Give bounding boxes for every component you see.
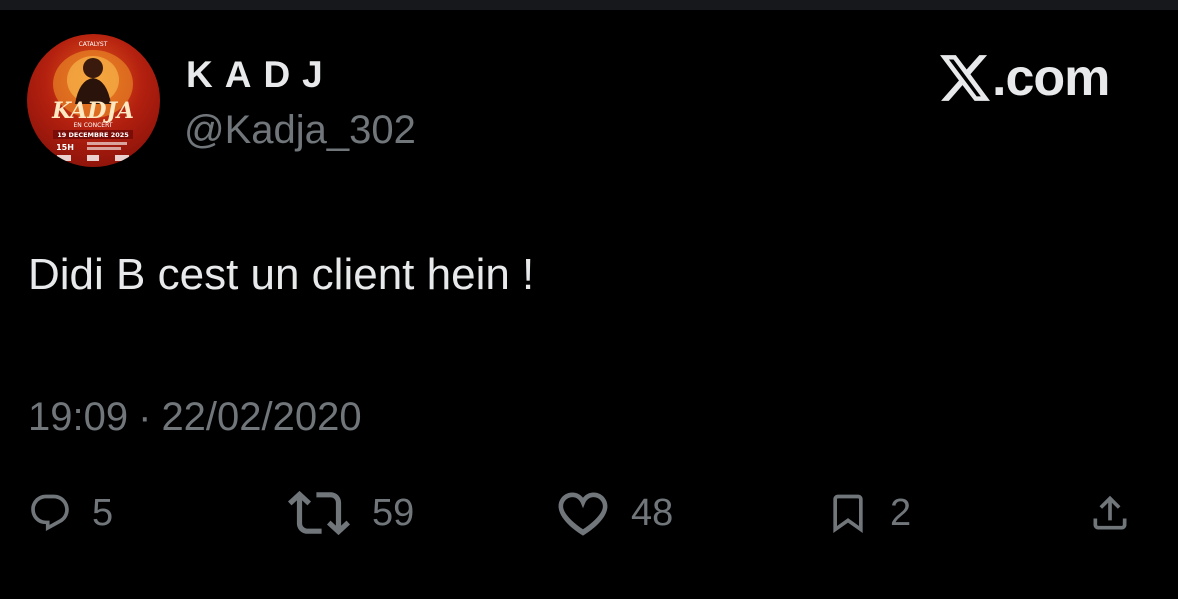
x-logo-icon	[940, 55, 990, 101]
share-button[interactable]	[1088, 488, 1132, 538]
tweet-time: 19:09	[28, 395, 129, 439]
avatar-time: 15H	[56, 143, 74, 152]
like-count: 48	[631, 491, 674, 534]
tweet-timestamp[interactable]: 19:09 · 22/02/2020	[28, 395, 362, 440]
bookmark-icon	[833, 494, 863, 534]
reply-button[interactable]: 5	[28, 488, 113, 538]
retweet-button[interactable]: 59	[286, 488, 414, 538]
display-name[interactable]: KADJ	[186, 54, 335, 96]
like-button[interactable]: 48	[555, 488, 673, 538]
tweet-date: 22/02/2020	[161, 395, 362, 439]
brand-text: .com	[992, 49, 1110, 107]
avatar-top-text: CATALYST	[79, 41, 108, 48]
bookmark-button[interactable]: 2	[826, 488, 911, 538]
avatar-title: KADJA	[51, 98, 134, 124]
avatar-date: 19 DECEMBRE 2025	[57, 131, 129, 139]
avatar-subtitle: EN CONCERT	[74, 122, 113, 129]
x-brand: .com	[940, 48, 1110, 108]
tweet-card: CATALYST KADJA EN CONCERT 19 DECEMBRE 20…	[0, 10, 1178, 599]
top-strip	[0, 0, 1178, 10]
tweet-text: Didi B cest un client hein !	[28, 250, 535, 299]
meta-separator: ·	[138, 395, 152, 439]
share-icon	[1093, 495, 1127, 530]
retweet-icon	[287, 490, 351, 536]
bookmark-count: 2	[890, 491, 912, 534]
avatar[interactable]: CATALYST KADJA EN CONCERT 19 DECEMBRE 20…	[27, 34, 160, 167]
retweet-count: 59	[372, 491, 415, 534]
reply-icon	[31, 494, 69, 532]
user-handle[interactable]: @Kadja_302	[184, 108, 416, 153]
heart-icon	[558, 492, 608, 536]
avatar-poster-icon: CATALYST KADJA EN CONCERT 19 DECEMBRE 20…	[51, 41, 134, 161]
reply-count: 5	[92, 491, 114, 534]
